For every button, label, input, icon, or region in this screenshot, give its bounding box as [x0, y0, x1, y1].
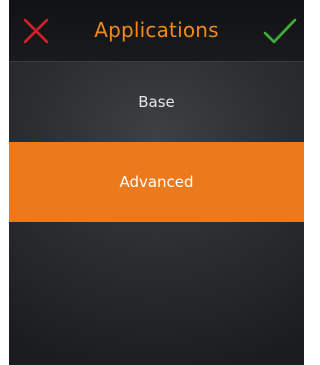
header-bar: Applications — [9, 0, 304, 62]
cancel-button[interactable] — [21, 16, 51, 46]
checkmark-icon — [263, 18, 297, 44]
list-item-advanced[interactable]: Advanced — [9, 142, 304, 222]
list-item-label: Base — [138, 93, 175, 111]
applications-screen: Applications Base Advanced — [9, 0, 304, 365]
confirm-button[interactable] — [262, 16, 298, 46]
page-title: Applications — [94, 18, 219, 42]
list-item-base[interactable]: Base — [9, 62, 304, 142]
close-x-icon — [23, 18, 49, 44]
list-item-label: Advanced — [119, 173, 194, 191]
applications-list: Base Advanced — [9, 62, 304, 222]
